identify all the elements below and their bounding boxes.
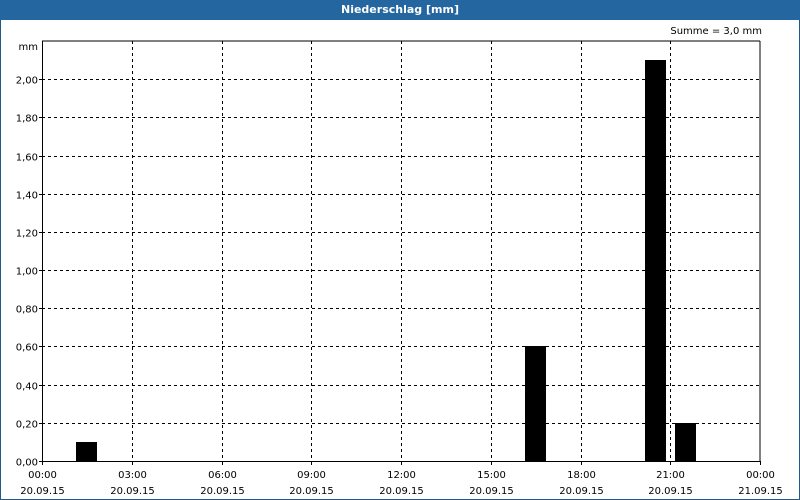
x-tick-time: 12:00 — [387, 470, 416, 481]
y-tick-label: 1,40 — [16, 191, 38, 202]
y-tick-label: 1,60 — [16, 153, 38, 164]
precipitation-bar — [675, 423, 696, 461]
y-axis-unit: mm — [19, 42, 38, 53]
x-tick-date: 20.09.15 — [200, 486, 245, 497]
y-tick-label: 1,00 — [16, 267, 38, 278]
x-tick-time: 18:00 — [567, 470, 596, 481]
precipitation-chart: 0,00 0,20 0,40 0,60 0,80 1,00 1,20 1,40 1,60 1,80… — [16, 40, 783, 497]
x-tick-date: 20.09.15 — [20, 486, 65, 497]
precipitation-bar — [525, 346, 546, 461]
y-tick-label: 0,80 — [16, 305, 38, 316]
y-tick-label: 0,00 — [16, 458, 38, 469]
y-tick-label: 1,20 — [16, 229, 38, 240]
x-tick-date: 20.09.15 — [648, 486, 693, 497]
x-tick-time: 09:00 — [297, 470, 326, 481]
x-tick-date: 20.09.15 — [559, 486, 604, 497]
x-tick-time: 21:00 — [656, 470, 685, 481]
x-tick-time: 06:00 — [208, 470, 237, 481]
x-tick-date: 20.09.15 — [110, 486, 155, 497]
y-tick-label: 0,60 — [16, 343, 38, 354]
x-tick-date: 21.09.15 — [738, 486, 783, 497]
bars — [76, 60, 696, 461]
x-tick-date: 20.09.15 — [379, 486, 424, 497]
x-tick-date: 20.09.15 — [289, 486, 334, 497]
precipitation-bar — [645, 60, 666, 461]
precipitation-bar — [76, 442, 97, 461]
x-tick-time: 00:00 — [28, 470, 57, 481]
x-tick-time: 00:00 — [746, 470, 775, 481]
x-tick-date: 20.09.15 — [469, 486, 514, 497]
x-tick-time: 15:00 — [477, 470, 506, 481]
y-tick-label: 0,20 — [16, 420, 38, 431]
y-tick-label: 0,40 — [16, 382, 38, 393]
tick-labels: 0,00 0,20 0,40 0,60 0,80 1,00 1,20 1,40 1,60 1,80… — [16, 42, 783, 497]
y-tick-label: 2,00 — [16, 76, 38, 87]
y-tick-label: 1,80 — [16, 114, 38, 125]
x-tick-time: 03:00 — [118, 470, 147, 481]
